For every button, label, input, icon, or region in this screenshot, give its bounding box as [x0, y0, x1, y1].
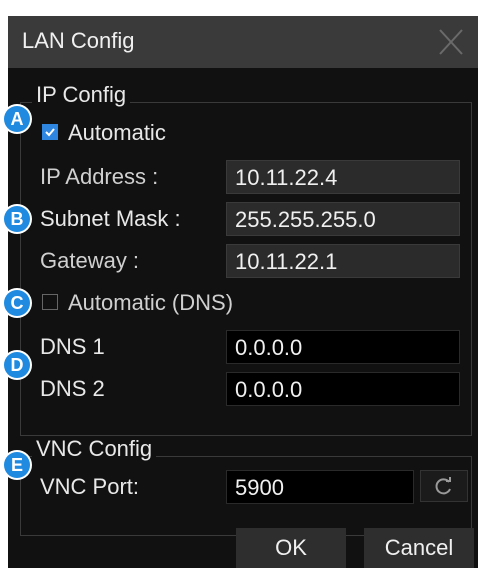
ok-button[interactable]: OK — [236, 528, 346, 568]
automatic-label: Automatic — [68, 120, 166, 145]
annotation-badge-d: D — [4, 352, 30, 378]
close-icon — [439, 29, 463, 55]
dns2-label: DNS 2 — [40, 376, 105, 401]
gateway-field[interactable]: 10.11.22.1 — [226, 244, 460, 278]
automatic-dns-label: Automatic (DNS) — [68, 290, 234, 315]
refresh-icon — [435, 477, 451, 495]
dns1-field[interactable]: 0.0.0.0 — [226, 330, 460, 364]
vnc-port-label: VNC Port: — [40, 474, 140, 499]
ip-address-label: IP Address : — [40, 164, 159, 189]
vnc-port-field[interactable]: 5900 — [226, 470, 414, 504]
automatic-dns-checkbox[interactable] — [42, 294, 58, 310]
automatic-checkbox[interactable] — [42, 124, 58, 140]
cancel-button[interactable]: Cancel — [364, 528, 474, 568]
gateway-label: Gateway : — [40, 248, 140, 273]
annotation-badge-c: C — [4, 290, 30, 316]
annotation-badge-e: E — [4, 452, 30, 478]
title-bar: LAN Config — [8, 16, 478, 68]
dialog-title: LAN Config — [22, 28, 135, 53]
subnet-mask-field[interactable]: 255.255.255.0 — [226, 202, 460, 236]
vnc-port-reset-button[interactable] — [420, 470, 468, 502]
annotation-badge-b: B — [4, 206, 30, 232]
ip-address-field[interactable]: 10.11.22.4 — [226, 160, 460, 194]
dns1-label: DNS 1 — [40, 334, 105, 359]
checkmark-icon — [45, 128, 55, 137]
close-button[interactable] — [428, 22, 472, 62]
lan-config-dialog: LAN Config IP Config Automatic IP Addres… — [8, 16, 478, 568]
ip-config-label: IP Config — [32, 82, 131, 108]
dns2-field[interactable]: 0.0.0.0 — [226, 372, 460, 406]
subnet-mask-label: Subnet Mask : — [40, 206, 181, 231]
annotation-badge-a: A — [4, 106, 30, 132]
vnc-config-label: VNC Config — [32, 436, 157, 462]
